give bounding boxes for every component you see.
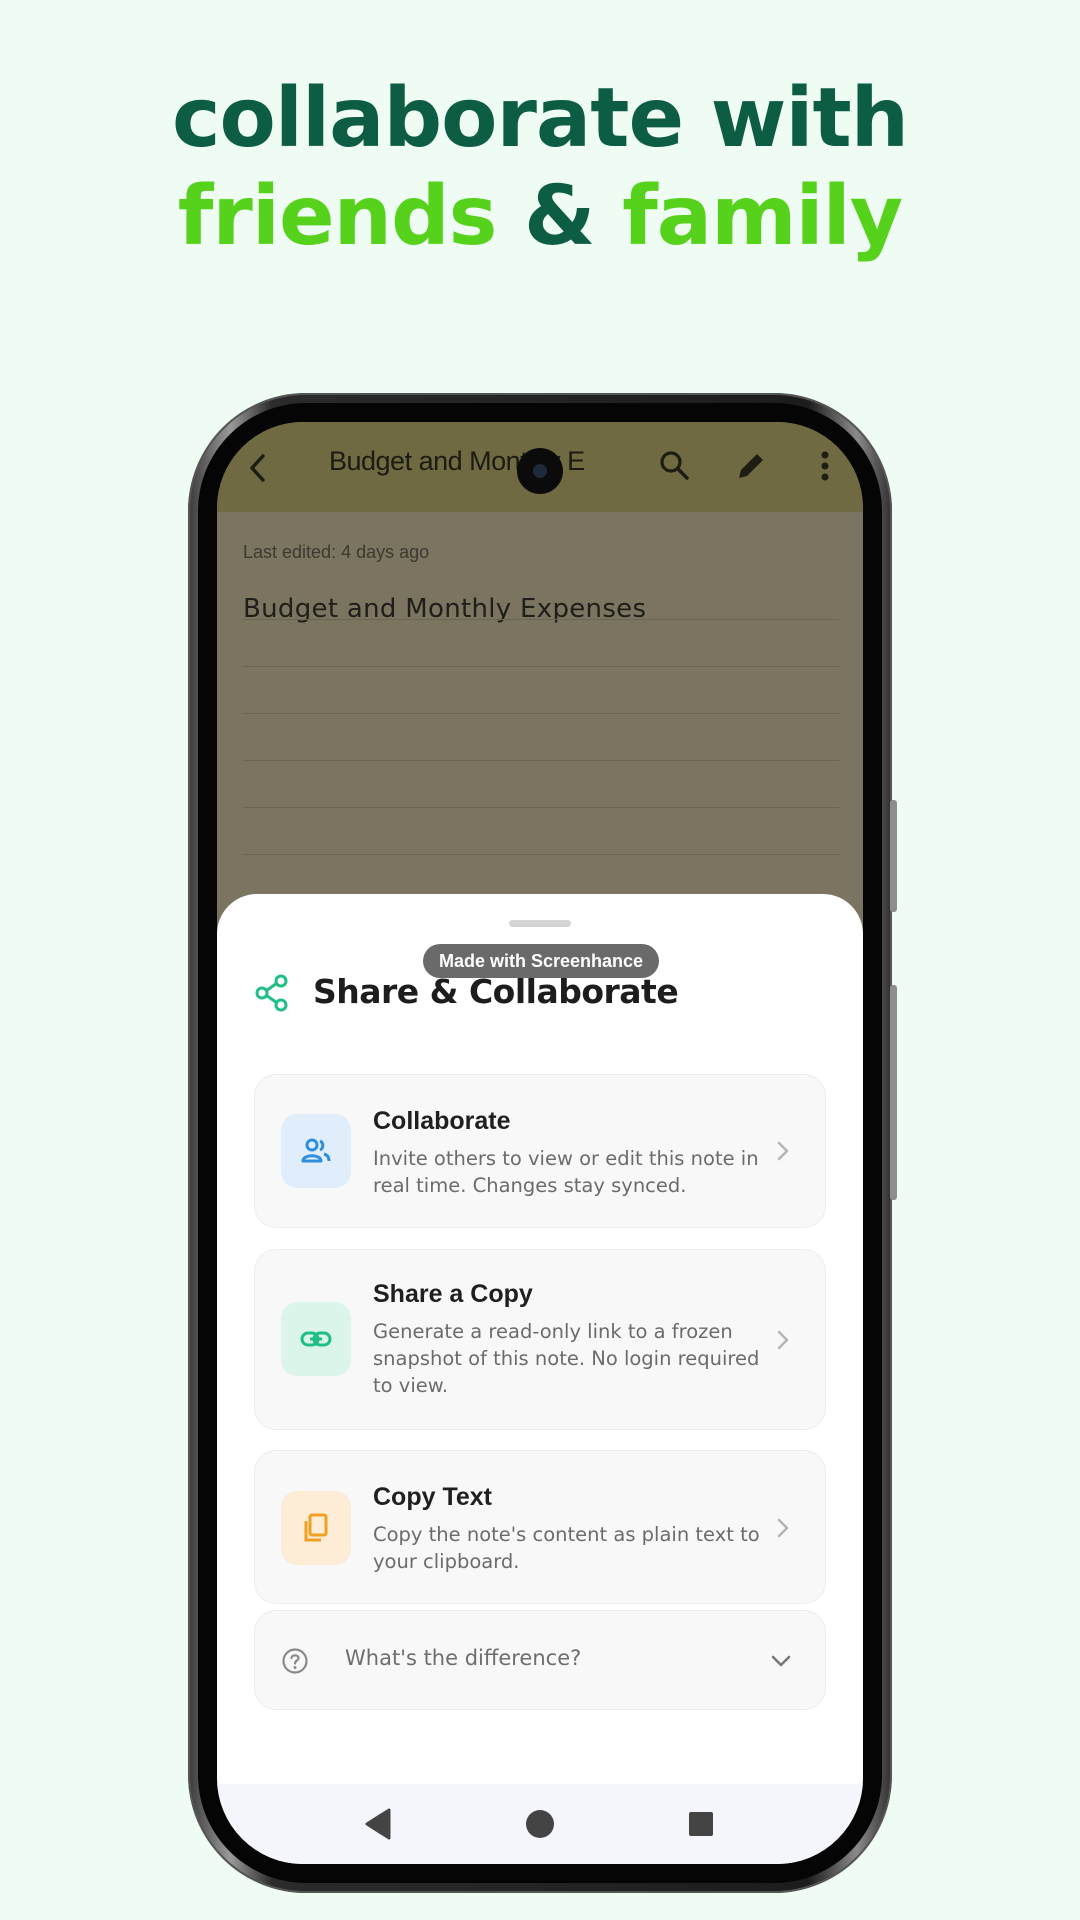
phone-power-button	[890, 985, 897, 1200]
chevron-right-icon	[777, 1330, 789, 1350]
search-icon[interactable]	[657, 448, 693, 484]
app-bar: Budget and Monthly E	[217, 422, 863, 512]
note-rule	[243, 666, 839, 667]
note-title-bar: Budget and Monthly E	[329, 446, 585, 476]
hero-headline: collaborate with friends & family	[0, 70, 1080, 266]
nav-recents-icon[interactable]	[681, 1804, 721, 1844]
difference-expander[interactable]: What's the difference?	[254, 1610, 826, 1710]
chevron-right-icon	[777, 1141, 789, 1161]
watermark-badge: Made with Screenhance	[423, 944, 659, 978]
chevron-down-icon	[771, 1655, 791, 1667]
help-icon	[282, 1648, 308, 1674]
people-icon	[301, 1138, 331, 1163]
note-rule	[243, 619, 839, 620]
headline-line1: collaborate with	[171, 71, 909, 166]
back-icon[interactable]	[245, 450, 271, 486]
difference-label: What's the difference?	[345, 1646, 582, 1670]
copy-text-badge	[281, 1491, 351, 1565]
front-camera	[517, 448, 563, 494]
sheet-drag-handle[interactable]	[509, 920, 571, 927]
headline-family: family	[622, 169, 903, 264]
option-description: Invite others to view or edit this note …	[373, 1147, 759, 1197]
headline-ampersand: &	[524, 169, 596, 264]
note-rule	[243, 854, 839, 855]
phone-volume-button	[890, 800, 897, 912]
system-nav-bar	[217, 1784, 863, 1864]
headline-friends: friends	[177, 169, 498, 264]
copy-icon	[304, 1513, 328, 1542]
nav-home-icon[interactable]	[520, 1804, 560, 1844]
nav-back-icon[interactable]	[359, 1804, 399, 1844]
option-title: Copy Text	[373, 1483, 492, 1511]
note-rule	[243, 807, 839, 808]
note-rule	[243, 713, 839, 714]
option-title: Share a Copy	[373, 1280, 533, 1308]
last-edited-label: Last edited: 4 days ago	[243, 542, 430, 562]
option-title: Collaborate	[373, 1107, 511, 1135]
share-icon	[255, 974, 288, 1012]
option-share-copy[interactable]: Share a Copy Generate a read-only link t…	[254, 1249, 826, 1430]
more-vert-icon[interactable]	[807, 448, 843, 484]
option-description: Copy the note's content as plain text to…	[373, 1523, 760, 1573]
option-description: Generate a read-only link to a frozen sn…	[373, 1320, 760, 1397]
option-collaborate[interactable]: Collaborate Invite others to view or edi…	[254, 1074, 826, 1228]
share-bottom-sheet: Share & Collaborate Made with Screenhanc…	[217, 894, 863, 1864]
edit-icon[interactable]	[733, 448, 769, 484]
option-copy-text[interactable]: Copy Text Copy the note's content as pla…	[254, 1450, 826, 1604]
chevron-right-icon	[777, 1518, 789, 1538]
phone-screen: Budget and Monthly E Last edited: 4 days…	[217, 422, 863, 1864]
link-icon	[300, 1331, 332, 1347]
collaborate-badge	[281, 1114, 351, 1188]
share-copy-badge	[281, 1302, 351, 1376]
note-rule	[243, 760, 839, 761]
sheet-header: Share & Collaborate	[255, 972, 825, 1022]
